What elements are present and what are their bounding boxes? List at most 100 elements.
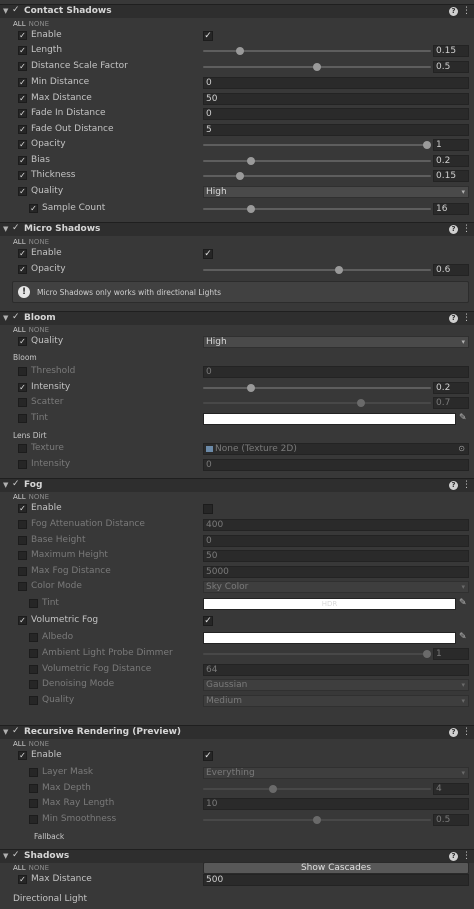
enable-checkbox[interactable] <box>203 504 213 514</box>
quality-dropdown[interactable]: High ▾ <box>203 186 469 198</box>
override-checkbox[interactable] <box>18 460 27 469</box>
tint-color-field[interactable]: HDR <box>203 598 456 610</box>
override-checkbox[interactable] <box>29 665 38 674</box>
help-icon[interactable]: ? <box>449 225 458 234</box>
contact-shadows-active-checkbox[interactable]: ✓ <box>12 6 21 15</box>
max-ray-length-field[interactable]: 10 <box>203 798 469 810</box>
eyedropper-icon[interactable]: ✎ <box>459 598 467 608</box>
base-height-field[interactable]: 0 <box>203 535 469 547</box>
menu-icon[interactable]: ⋮ <box>462 6 471 16</box>
foldout-arrow-icon[interactable]: ▼ <box>3 728 8 736</box>
all-button[interactable]: ALL <box>13 238 26 246</box>
all-button[interactable]: ALL <box>13 740 26 748</box>
intensity-value[interactable]: 0.2 <box>433 382 469 394</box>
threshold-field[interactable]: 0 <box>203 366 469 378</box>
override-checkbox[interactable]: ✓ <box>18 125 27 134</box>
attenuation-field[interactable]: 400 <box>203 519 469 531</box>
slider-thumb[interactable] <box>313 63 321 71</box>
eyedropper-icon[interactable]: ✎ <box>459 632 467 642</box>
foldout-arrow-icon[interactable]: ▼ <box>3 225 8 233</box>
override-checkbox[interactable]: ✓ <box>18 94 27 103</box>
all-button[interactable]: ALL <box>13 326 26 334</box>
slider-thumb[interactable] <box>423 650 431 658</box>
slider-thumb[interactable] <box>269 785 277 793</box>
foldout-arrow-icon[interactable]: ▼ <box>3 852 8 860</box>
distance-scale-value[interactable]: 0.5 <box>433 61 469 73</box>
help-icon[interactable]: ? <box>449 7 458 16</box>
bias-value[interactable]: 0.2 <box>433 155 469 167</box>
slider-thumb[interactable] <box>236 172 244 180</box>
none-button[interactable]: NONE <box>29 238 49 246</box>
max-height-field[interactable]: 50 <box>203 550 469 562</box>
volumetric-checkbox[interactable]: ✓ <box>203 616 213 626</box>
bias-slider[interactable] <box>203 155 431 167</box>
max-fog-distance-field[interactable]: 5000 <box>203 566 469 578</box>
thickness-slider[interactable] <box>203 170 431 182</box>
enable-checkbox[interactable]: ✓ <box>203 249 213 259</box>
shadows-active-checkbox[interactable]: ✓ <box>12 851 21 860</box>
layer-mask-dropdown[interactable]: Everything ▾ <box>203 767 469 779</box>
menu-icon[interactable]: ⋮ <box>462 851 471 861</box>
override-checkbox[interactable] <box>29 784 38 793</box>
help-icon[interactable]: ? <box>449 481 458 490</box>
override-checkbox[interactable] <box>18 444 27 453</box>
override-checkbox[interactable]: ✓ <box>18 249 27 258</box>
slider-thumb[interactable] <box>236 47 244 55</box>
min-distance-field[interactable]: 0 <box>203 77 469 89</box>
none-button[interactable]: NONE <box>29 20 49 28</box>
override-checkbox[interactable] <box>18 414 27 423</box>
override-checkbox[interactable] <box>18 367 27 376</box>
quality-dropdown[interactable]: High ▾ <box>203 336 469 348</box>
texture-object-field[interactable]: None (Texture 2D) ⊙ <box>203 443 469 455</box>
scatter-value[interactable]: 0.7 <box>433 397 469 409</box>
override-checkbox[interactable]: ✓ <box>18 140 27 149</box>
override-checkbox[interactable]: ✓ <box>18 265 27 274</box>
max-depth-value[interactable]: 4 <box>433 783 469 795</box>
tint-color-field[interactable] <box>203 413 456 425</box>
override-checkbox[interactable] <box>18 536 27 545</box>
override-checkbox[interactable]: ✓ <box>18 78 27 87</box>
probe-dimmer-slider[interactable] <box>203 648 431 660</box>
override-checkbox[interactable]: ✓ <box>18 383 27 392</box>
fog-active-checkbox[interactable]: ✓ <box>12 480 21 489</box>
max-depth-slider[interactable] <box>203 783 431 795</box>
override-checkbox[interactable]: ✓ <box>18 171 27 180</box>
eyedropper-icon[interactable]: ✎ <box>459 413 467 423</box>
menu-icon[interactable]: ⋮ <box>462 727 471 737</box>
override-checkbox[interactable]: ✓ <box>18 187 27 196</box>
slider-thumb[interactable] <box>423 141 431 149</box>
override-checkbox[interactable] <box>29 599 38 608</box>
menu-icon[interactable]: ⋮ <box>462 224 471 234</box>
override-checkbox[interactable] <box>29 633 38 642</box>
override-checkbox[interactable]: ✓ <box>18 31 27 40</box>
override-checkbox[interactable] <box>29 799 38 808</box>
override-checkbox[interactable]: ✓ <box>29 204 38 213</box>
fog-header[interactable]: ▼ ✓ Fog ? ⋮ <box>0 478 474 492</box>
slider-thumb[interactable] <box>247 384 255 392</box>
none-button[interactable]: NONE <box>29 740 49 748</box>
bloom-header[interactable]: ▼ ✓ Bloom ? ⋮ <box>0 311 474 325</box>
opacity-value[interactable]: 1 <box>433 139 469 151</box>
override-checkbox[interactable] <box>29 649 38 658</box>
slider-thumb[interactable] <box>335 266 343 274</box>
min-smoothness-value[interactable]: 0.5 <box>433 814 469 826</box>
thickness-value[interactable]: 0.15 <box>433 170 469 182</box>
none-button[interactable]: NONE <box>29 326 49 334</box>
denoising-dropdown[interactable]: Gaussian ▾ <box>203 679 469 691</box>
sample-count-slider[interactable] <box>203 203 431 215</box>
help-icon[interactable]: ? <box>449 852 458 861</box>
distance-scale-slider[interactable] <box>203 61 431 73</box>
override-checkbox[interactable]: ✓ <box>18 62 27 71</box>
slider-thumb[interactable] <box>247 157 255 165</box>
menu-icon[interactable]: ⋮ <box>462 313 471 323</box>
vol-distance-field[interactable]: 64 <box>203 664 469 676</box>
micro-shadows-header[interactable]: ▼ ✓ Micro Shadows ? ⋮ <box>0 222 474 236</box>
length-value[interactable]: 0.15 <box>433 45 469 57</box>
override-checkbox[interactable] <box>29 768 38 777</box>
max-distance-field[interactable]: 50 <box>203 93 469 105</box>
shadows-max-distance-field[interactable]: 500 <box>203 874 469 886</box>
slider-thumb[interactable] <box>313 816 321 824</box>
override-checkbox[interactable] <box>18 582 27 591</box>
help-icon[interactable]: ? <box>449 314 458 323</box>
recursive-rendering-header[interactable]: ▼ ✓ Recursive Rendering (Preview) ? ⋮ <box>0 725 474 739</box>
